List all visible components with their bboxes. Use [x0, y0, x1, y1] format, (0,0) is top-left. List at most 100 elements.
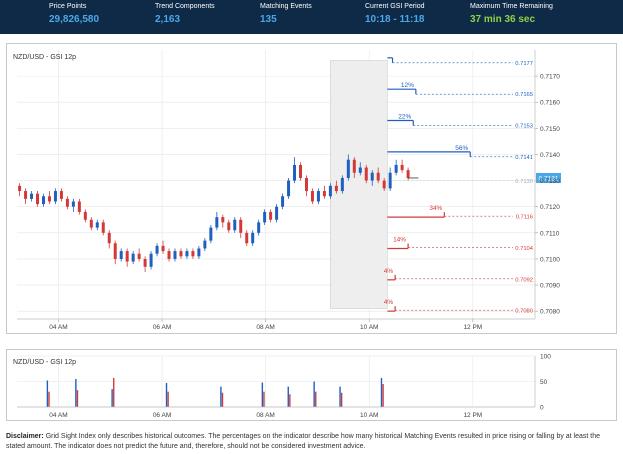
vol-y-tick-label: 100 — [540, 354, 551, 361]
candle-body — [41, 196, 45, 205]
vol-bar-up — [165, 383, 168, 407]
candle-body — [370, 172, 374, 181]
candle-body — [364, 167, 368, 181]
down-level-pct: 4% — [384, 299, 394, 306]
metric-value: 29,826,580 — [49, 14, 100, 25]
vol-bar-down — [382, 384, 384, 407]
candle-body — [143, 258, 147, 267]
up-level-price: 0.7177 — [515, 61, 533, 67]
candle-body — [173, 251, 177, 259]
metric-label: Current GSI Period — [365, 3, 425, 10]
vol-bar-up — [111, 389, 113, 407]
candle-body — [304, 177, 308, 192]
candle-body — [209, 227, 213, 241]
vol-bar-down — [221, 392, 224, 407]
up-level-price: 0.7165 — [515, 92, 533, 98]
candle-body — [269, 211, 273, 220]
vol-bar-up — [75, 378, 77, 407]
candle-body — [340, 177, 344, 192]
up-level-price: 0.7153 — [515, 124, 533, 130]
vol-bar-down — [113, 377, 115, 407]
x-tick-label: 04 AM — [49, 324, 67, 331]
vol-bar-up — [380, 377, 383, 407]
candle-body — [89, 219, 93, 228]
candle-body — [376, 172, 380, 181]
disclaimer-text: Grid Sight Index only describes historic… — [6, 433, 601, 450]
candle-body — [322, 191, 326, 197]
candle-body — [328, 185, 332, 197]
vol-bar-down — [48, 391, 50, 407]
candle-body — [239, 219, 243, 233]
price-chart-panel[interactable]: 0.7177 0.7165 12% 0.7153 22% 0.7141 56% 0.7130 0… — [6, 43, 617, 334]
y-tick-label: 0.7100 — [540, 256, 560, 263]
disclaimer: Disclaimer: Grid Sight Index only descri… — [6, 432, 617, 451]
down-level-price: 0.7116 — [516, 215, 533, 221]
gsi-levels: 0.7177 0.7165 12% 0.7153 22% 0.7141 56% 0.7130 0… — [384, 57, 561, 315]
up-level-pct: 56% — [455, 145, 468, 152]
candle-body — [65, 198, 69, 207]
candle-body — [53, 191, 57, 202]
down-level-pct: 14% — [393, 236, 406, 243]
candle-body — [310, 191, 314, 202]
candle-body — [83, 211, 87, 220]
y-tick-label: 0.7140 — [540, 152, 560, 159]
vol-bar-down — [340, 392, 343, 407]
vol-bar-up — [287, 386, 289, 407]
x-tick-label: 08 AM — [256, 324, 274, 331]
mid-level-price: 0.7130 — [515, 179, 533, 185]
candle-body — [18, 185, 22, 192]
vol-bar-up — [261, 382, 264, 407]
volume-chart[interactable]: 100 50 0 04 AM 06 AM 08 AM 10 AM 12 PM NZD/USD … — [7, 350, 618, 422]
y-tick-label: 0.7110 — [540, 230, 560, 237]
y-tick-label: 0.7170 — [540, 74, 560, 81]
candle-body — [257, 222, 261, 233]
candle-body — [77, 201, 81, 212]
y-tick-label: 0.7130 — [540, 178, 560, 185]
candle-body — [227, 222, 231, 231]
candle-body — [149, 253, 153, 267]
vol-bar-up — [220, 386, 222, 407]
down-level-pct: 34% — [429, 205, 442, 212]
candle-body — [24, 191, 28, 199]
vol-bar-down — [289, 394, 291, 407]
y-tick-label: 0.7080 — [540, 309, 560, 316]
candle-body — [131, 253, 135, 262]
candle-body — [95, 222, 99, 228]
metric-label: Price Points — [49, 3, 87, 10]
vol-x-tick-label: 04 AM — [49, 412, 67, 419]
candle-body — [197, 248, 201, 257]
volume-title: NZD/USD - GSI 12p — [13, 359, 76, 366]
up-level-pct: 22% — [398, 114, 411, 121]
stats-header: Price Points 29,826,580 Trend Components… — [0, 0, 623, 34]
candle-body — [334, 185, 338, 192]
candle-body — [155, 245, 159, 254]
y-tick-label: 0.7120 — [540, 204, 560, 211]
candle-body — [107, 232, 111, 244]
vol-bar-up — [46, 380, 49, 407]
volume-bars — [46, 377, 384, 407]
vol-bar-up — [313, 381, 315, 407]
candle-body — [346, 159, 350, 178]
candle-body — [47, 196, 51, 202]
vol-bar-down — [167, 391, 169, 407]
candle-body — [299, 164, 303, 178]
candle-body — [137, 253, 141, 259]
volume-chart-panel[interactable]: 100 50 0 04 AM 06 AM 08 AM 10 AM 12 PM NZD/USD … — [6, 349, 617, 421]
y-tick-label: 0.7090 — [540, 283, 560, 290]
candle-body — [161, 245, 165, 252]
candle-body — [125, 251, 129, 262]
candle-body — [203, 240, 207, 249]
candle-body — [167, 251, 171, 259]
candle-body — [36, 193, 40, 205]
price-chart[interactable]: 0.7177 0.7165 12% 0.7153 22% 0.7141 56% 0.7130 0… — [7, 44, 618, 335]
candle-body — [221, 217, 225, 223]
candle-body — [316, 191, 320, 202]
vol-x-tick-label: 06 AM — [153, 412, 171, 419]
up-level-price: 0.7141 — [515, 155, 533, 161]
candle-body — [245, 232, 249, 244]
candle-body — [281, 196, 285, 207]
candle-body — [358, 167, 362, 173]
metric-value: 2,163 — [155, 14, 181, 25]
down-level-price: 0.7080 — [515, 309, 533, 315]
candle-body — [215, 217, 219, 228]
